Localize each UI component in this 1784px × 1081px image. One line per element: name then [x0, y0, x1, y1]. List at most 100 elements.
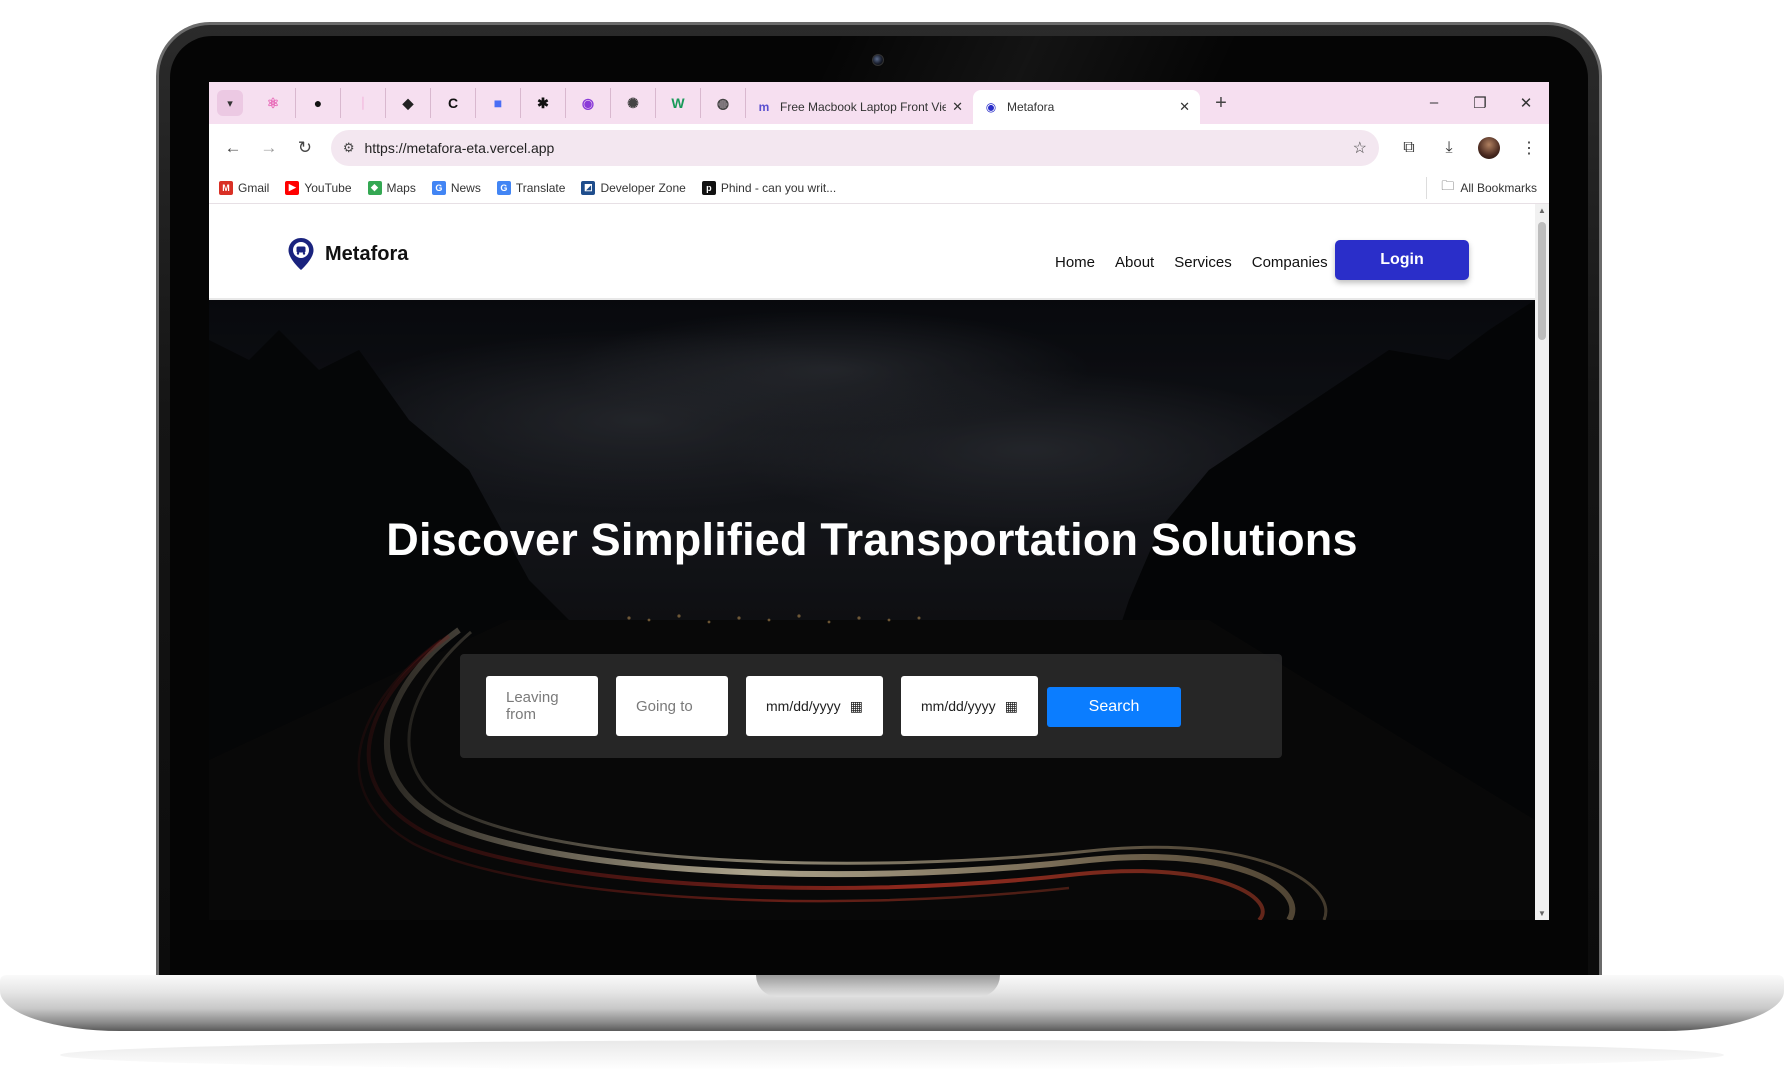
scroll-down-arrow-icon[interactable]: ▼: [1535, 909, 1549, 918]
react-icon: ⚛: [266, 94, 280, 111]
pinned-tabs: ⚛ ● ᛁ ◆ C ■ ✱ ◉ ✺ W ◍: [251, 88, 746, 118]
purple-circle-icon: ◉: [581, 94, 595, 111]
window-controls: – ❐ ✕: [1411, 94, 1549, 112]
bookmark-item[interactable]: p Phind - can you writ...: [701, 180, 836, 195]
nav-companies[interactable]: Companies: [1252, 254, 1328, 271]
site-logo[interactable]: Metafora: [287, 237, 408, 271]
w-logo-icon: W: [671, 95, 685, 111]
hero-section: Discover Simplified Transportation Solut…: [209, 300, 1535, 920]
download-icon[interactable]: ⤓: [1429, 139, 1469, 157]
forward-icon[interactable]: →: [251, 138, 287, 158]
pinned-tab[interactable]: ◆: [386, 88, 431, 118]
back-icon[interactable]: ←: [215, 138, 251, 158]
pinned-tab[interactable]: ✺: [611, 88, 656, 118]
departure-date-input[interactable]: mm/dd/yyyy ▦: [746, 676, 883, 736]
nav-about[interactable]: About: [1115, 254, 1154, 271]
bookmark-item[interactable]: G Translate: [496, 180, 565, 195]
profile-icon: ◆: [402, 94, 414, 111]
close-tab-icon[interactable]: ✕: [952, 99, 963, 115]
gmail-icon: M: [219, 180, 233, 195]
brand-name: Metafora: [325, 242, 409, 265]
chatgpt-icon: ✺: [627, 94, 639, 111]
page-scrollbar[interactable]: ▲ ▼: [1535, 204, 1549, 920]
pinned-tab[interactable]: ◍: [701, 88, 746, 118]
bookmark-item[interactable]: ◩ Developer Zone: [581, 180, 686, 195]
site-info-icon[interactable]: ⚙: [343, 140, 355, 156]
pinned-tab[interactable]: ■: [476, 88, 521, 118]
scroll-thumb[interactable]: [1538, 222, 1546, 340]
page-viewport: Metafora Home About Services Companies L…: [209, 204, 1549, 920]
scroll-up-arrow-icon[interactable]: ▲: [1535, 206, 1549, 215]
bookmark-label: News: [450, 180, 481, 195]
hero-title: Discover Simplified Transportation Solut…: [386, 514, 1358, 565]
pinned-tab[interactable]: ᛁ: [341, 88, 386, 118]
bookmark-label: Gmail: [238, 180, 270, 195]
bookmark-label: Maps: [386, 180, 416, 195]
bookmark-label: YouTube: [304, 180, 352, 195]
login-button[interactable]: Login: [1335, 240, 1469, 280]
main-nav: Home About Services Companies: [1055, 254, 1348, 271]
return-date-value: mm/dd/yyyy: [921, 698, 996, 714]
bookmark-star-icon[interactable]: ☆: [1353, 138, 1367, 158]
news-icon: G: [431, 180, 446, 195]
chevron-down-icon[interactable]: ▾: [217, 90, 243, 116]
close-tab-icon[interactable]: ✕: [1179, 99, 1190, 115]
all-bookmarks-button[interactable]: 🗀 All Bookmarks: [1426, 176, 1537, 199]
tab-title: Metafora: [1007, 100, 1055, 114]
pinned-tab[interactable]: ⚛: [251, 88, 296, 118]
calendar-icon[interactable]: ▦: [850, 698, 863, 715]
bookmark-label: Developer Zone: [600, 180, 686, 195]
metafora-favicon-icon: ◉: [985, 100, 997, 114]
youtube-icon: ▶: [285, 180, 300, 195]
tab-metafora[interactable]: ◉ Metafora ✕: [973, 90, 1200, 124]
bookmark-item[interactable]: ◆ Maps: [367, 180, 416, 195]
search-button[interactable]: Search: [1047, 687, 1181, 727]
nav-services[interactable]: Services: [1174, 254, 1232, 271]
openai-icon: ✱: [537, 94, 549, 111]
going-to-input[interactable]: Going to: [616, 676, 728, 736]
laptop-base-reflection: [60, 1040, 1724, 1070]
address-bar[interactable]: ⚙ https://metafora-eta.vercel.app ☆: [330, 130, 1379, 166]
pinned-tab[interactable]: ●: [296, 88, 341, 118]
developer-zone-icon: ◩: [581, 180, 596, 195]
avatar[interactable]: [1478, 137, 1500, 159]
departure-date-value: mm/dd/yyyy: [766, 698, 841, 714]
location-pin-icon: [288, 238, 314, 270]
nav-home[interactable]: Home: [1055, 254, 1095, 271]
bookmarks-bar: M Gmail ▶ YouTube ◆ Maps G News G Translate ◩ Devel…: [209, 172, 1549, 204]
url-text[interactable]: https://metafora-eta.vercel.app: [364, 140, 1352, 156]
tab-free-macbook[interactable]: m Free Macbook Laptop Front View ✕: [746, 90, 973, 124]
tab-title: Free Macbook Laptop Front View: [780, 100, 947, 114]
folder-icon: 🗀: [1441, 177, 1455, 193]
extensions-icon[interactable]: ⧉: [1389, 139, 1429, 157]
tab-strip: ▾ ⚛ ● ᛁ ◆ C ■ ✱ ◉ ✺ W ◍ m Free Macbook Laptop Fron…: [209, 82, 1549, 124]
return-date-input[interactable]: mm/dd/yyyy ▦: [901, 676, 1038, 736]
pinned-tab[interactable]: C: [431, 88, 476, 118]
pinned-tab[interactable]: ✱: [521, 88, 566, 118]
mockup-site-icon: m: [758, 100, 770, 114]
bookmark-item[interactable]: ▶ YouTube: [285, 180, 352, 195]
toolbar: ← → ↻ ⚙ https://metafora-eta.vercel.app …: [209, 124, 1549, 172]
laptop-base-notch: [756, 975, 1000, 997]
minimize-button[interactable]: –: [1411, 94, 1457, 112]
leaving-from-input[interactable]: Leaving from: [486, 676, 598, 736]
globe-icon: ◍: [716, 94, 730, 111]
calendar-icon[interactable]: ▦: [1005, 698, 1018, 715]
pinned-tab[interactable]: ◉: [566, 88, 611, 118]
github-icon: ●: [313, 95, 323, 111]
pinned-tab[interactable]: W: [656, 88, 701, 118]
new-tab-button[interactable]: +: [1206, 92, 1236, 115]
more-menu-icon[interactable]: ⋮: [1509, 138, 1549, 158]
hero-background-image: [209, 300, 1535, 920]
close-window-button[interactable]: ✕: [1503, 94, 1549, 112]
bookmark-item[interactable]: M Gmail: [219, 180, 270, 195]
all-bookmarks-label: All Bookmarks: [1460, 180, 1537, 195]
site-header: Metafora Home About Services Companies L…: [209, 204, 1535, 300]
c-logo-icon: C: [447, 95, 459, 111]
pink-logo-icon: ᛁ: [358, 95, 368, 111]
webcam-icon: [872, 54, 884, 66]
colorful-blocks-icon: ■: [493, 95, 503, 111]
bookmark-item[interactable]: G News: [431, 180, 481, 195]
restore-button[interactable]: ❐: [1457, 94, 1503, 112]
reload-icon[interactable]: ↻: [287, 138, 323, 158]
